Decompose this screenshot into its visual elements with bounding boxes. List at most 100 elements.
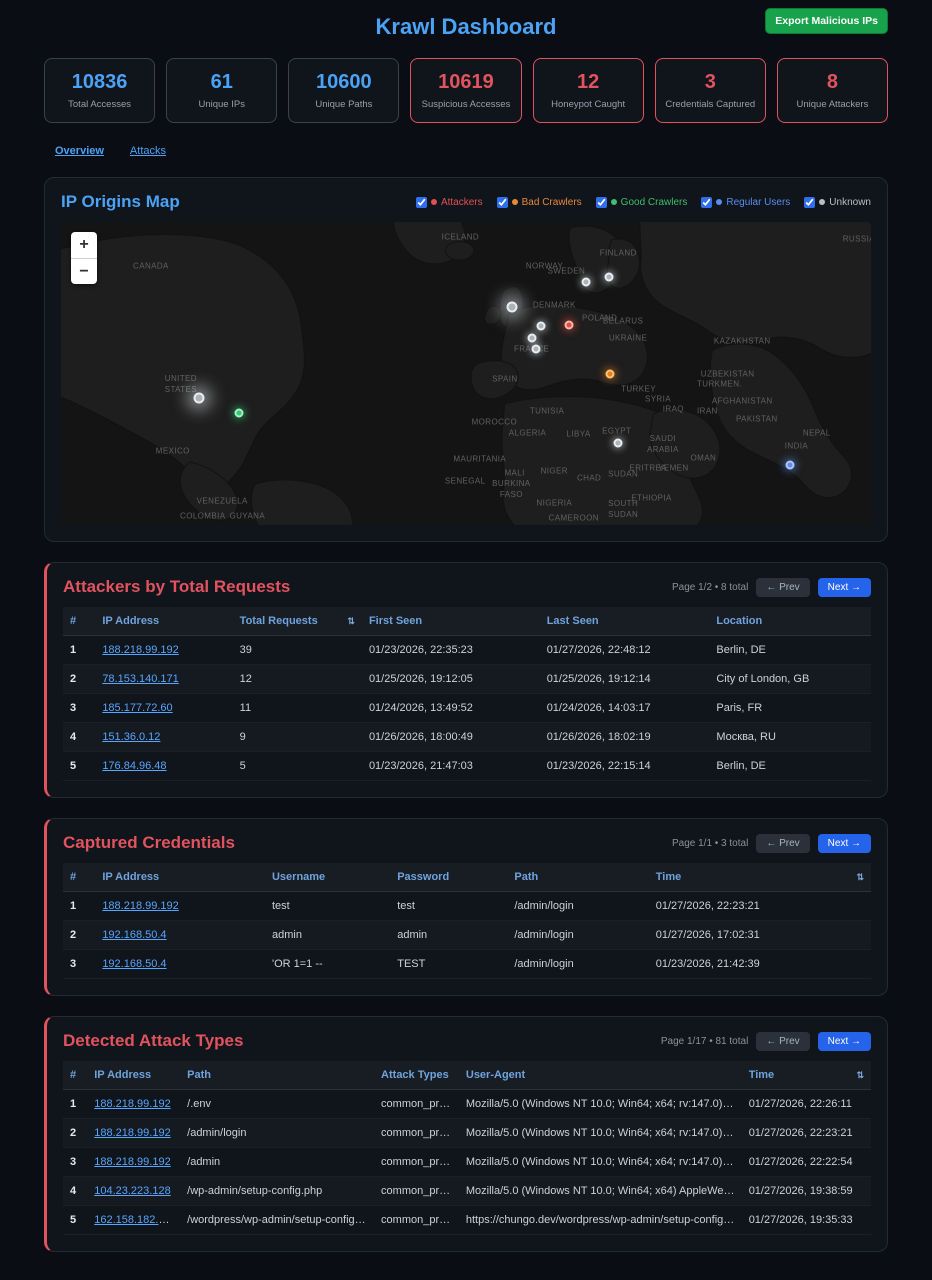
map-marker-good-crawler[interactable]	[235, 408, 244, 417]
tab-overview[interactable]: Overview	[55, 145, 104, 157]
page-summary: Page 1/1 • 3 total	[672, 838, 748, 849]
map-marker-unknown[interactable]	[604, 273, 613, 282]
legend-checkbox-attackers[interactable]	[416, 197, 427, 208]
ip-link[interactable]: 162.158.182.104	[94, 1214, 177, 1226]
col-header-time[interactable]: Time⇅	[742, 1061, 871, 1090]
table-cell: 01/26/2026, 18:02:19	[540, 723, 710, 752]
table-row: 5176.84.96.48501/23/2026, 21:47:0301/23/…	[63, 752, 871, 781]
legend-checkbox-bad-crawlers[interactable]	[497, 197, 508, 208]
table-cell: 188.218.99.192	[95, 892, 265, 921]
ip-link[interactable]: 188.218.99.192	[94, 1098, 170, 1110]
attackers-by-total-requests-card: Attackers by Total Requests Page 1/2 • 8…	[44, 562, 888, 798]
map-marker-unknown[interactable]	[614, 438, 623, 447]
attack-types-pagination: Page 1/17 • 81 total ← Prev Next →	[661, 1032, 871, 1051]
table-cell: 3	[63, 950, 95, 979]
table-cell: Mozilla/5.0 (Windows NT 10.0; Win64; x64…	[459, 1148, 742, 1177]
zoom-in-button[interactable]: +	[71, 232, 97, 258]
table-cell: common_probes	[374, 1090, 459, 1119]
legend-checkbox-regular-users[interactable]	[701, 197, 712, 208]
sort-icon[interactable]: ⇅	[856, 872, 864, 883]
col-header-username: Username	[265, 863, 390, 892]
stat-card-suspicious-accesses: 10619 Suspicious Accesses	[410, 58, 521, 123]
table-cell: 104.23.223.128	[87, 1177, 180, 1206]
table-row: 3185.177.72.601101/24/2026, 13:49:5201/2…	[63, 694, 871, 723]
next-button[interactable]: Next →	[818, 578, 871, 597]
sort-icon[interactable]: ⇅	[856, 1070, 864, 1081]
next-button[interactable]: Next →	[818, 834, 871, 853]
legend-item-good-crawlers[interactable]: Good Crawlers	[596, 197, 688, 208]
legend-item-bad-crawlers[interactable]: Bad Crawlers	[497, 197, 582, 208]
legend-item-unknown[interactable]: Unknown	[804, 197, 871, 208]
legend-item-regular-users[interactable]: Regular Users	[701, 197, 790, 208]
stat-label: Credentials Captured	[660, 99, 761, 110]
legend-checkbox-good-crawlers[interactable]	[596, 197, 607, 208]
legend-label: Bad Crawlers	[522, 197, 582, 208]
table-cell: 01/27/2026, 22:22:54	[742, 1148, 871, 1177]
legend-dot	[611, 199, 617, 205]
map-marker-unknown[interactable]	[537, 321, 546, 330]
map-marker-unknown[interactable]	[528, 334, 537, 343]
zoom-out-button[interactable]: −	[71, 258, 97, 284]
ip-origins-map-card: IP Origins Map Attackers Bad Crawlers Go…	[44, 177, 888, 542]
table-cell: Berlin, DE	[709, 752, 871, 781]
stat-label: Unique IPs	[171, 99, 272, 110]
col-header-path: Path	[180, 1061, 374, 1090]
prev-button[interactable]: ← Prev	[756, 578, 809, 597]
ip-link[interactable]: 176.84.96.48	[102, 760, 166, 772]
map-marker-unknown[interactable]	[581, 277, 590, 286]
world-map-landmass	[61, 222, 871, 525]
table-row: 278.153.140.1711201/25/2026, 19:12:0501/…	[63, 665, 871, 694]
stat-label: Unique Paths	[293, 99, 394, 110]
map-marker-unknown[interactable]	[193, 393, 204, 404]
map-marker-unknown[interactable]	[532, 344, 541, 353]
section-title-attack-types: Detected Attack Types	[63, 1031, 243, 1051]
attack-types-card-head: Detected Attack Types Page 1/17 • 81 tot…	[63, 1031, 871, 1051]
col-header-time[interactable]: Time⇅	[649, 863, 871, 892]
table-cell: 11	[233, 694, 362, 723]
col-header-total-requests[interactable]: Total Requests⇅	[233, 607, 362, 636]
table-cell: Mozilla/5.0 (Windows NT 10.0; Win64; x64…	[459, 1177, 742, 1206]
attackers-table-body: 1188.218.99.1923901/23/2026, 22:35:2301/…	[63, 636, 871, 781]
legend-item-attackers[interactable]: Attackers	[416, 197, 483, 208]
map-marker-unknown[interactable]	[507, 302, 518, 313]
page-summary: Page 1/17 • 81 total	[661, 1036, 748, 1047]
stat-value: 8	[782, 71, 883, 94]
ip-link[interactable]: 192.168.50.4	[102, 929, 166, 941]
prev-button[interactable]: ← Prev	[756, 1032, 809, 1051]
stat-card-unique-attackers: 8 Unique Attackers	[777, 58, 888, 123]
ip-link[interactable]: 192.168.50.4	[102, 958, 166, 970]
map-title: IP Origins Map	[61, 192, 180, 212]
stat-value: 61	[171, 71, 272, 94]
tab-bar: Overview Attacks	[44, 145, 888, 157]
map-marker-attacker[interactable]	[564, 321, 573, 330]
attackers-table: # IP Address Total Requests⇅ First Seen …	[63, 607, 871, 781]
table-cell: 01/27/2026, 22:48:12	[540, 636, 710, 665]
prev-button[interactable]: ← Prev	[756, 834, 809, 853]
col-header-path: Path	[507, 863, 648, 892]
tab-attacks[interactable]: Attacks	[130, 145, 166, 157]
next-button[interactable]: Next →	[818, 1032, 871, 1051]
ip-link[interactable]: 185.177.72.60	[102, 702, 172, 714]
ip-link[interactable]: 188.218.99.192	[102, 900, 178, 912]
legend-dot	[716, 199, 722, 205]
ip-link[interactable]: 188.218.99.192	[94, 1156, 170, 1168]
sort-icon[interactable]: ⇅	[347, 616, 355, 627]
ip-link[interactable]: 151.36.0.12	[102, 731, 160, 743]
captured-credentials-card: Captured Credentials Page 1/1 • 3 total …	[44, 818, 888, 996]
ip-link[interactable]: 104.23.223.128	[94, 1185, 170, 1197]
ip-link[interactable]: 78.153.140.171	[102, 673, 178, 685]
ip-link[interactable]: 188.218.99.192	[102, 644, 178, 656]
ip-link[interactable]: 188.218.99.192	[94, 1127, 170, 1139]
table-cell: common_probes	[374, 1206, 459, 1235]
legend-dot	[512, 199, 518, 205]
export-malicious-ips-button[interactable]: Export Malicious IPs	[765, 8, 888, 34]
table-cell: 4	[63, 723, 95, 752]
table-cell: 3	[63, 1148, 87, 1177]
map-marker-bad-crawler[interactable]	[606, 370, 615, 379]
map-canvas[interactable]: + − ICELANDCANADARUSSIANORWAYSWEDENFINLA…	[61, 222, 871, 525]
col-header-attack-types: Attack Types	[374, 1061, 459, 1090]
legend-checkbox-unknown[interactable]	[804, 197, 815, 208]
table-cell: 9	[233, 723, 362, 752]
credentials-table-body: 1188.218.99.192testtest/admin/login01/27…	[63, 892, 871, 979]
map-marker-regular-user[interactable]	[786, 461, 795, 470]
